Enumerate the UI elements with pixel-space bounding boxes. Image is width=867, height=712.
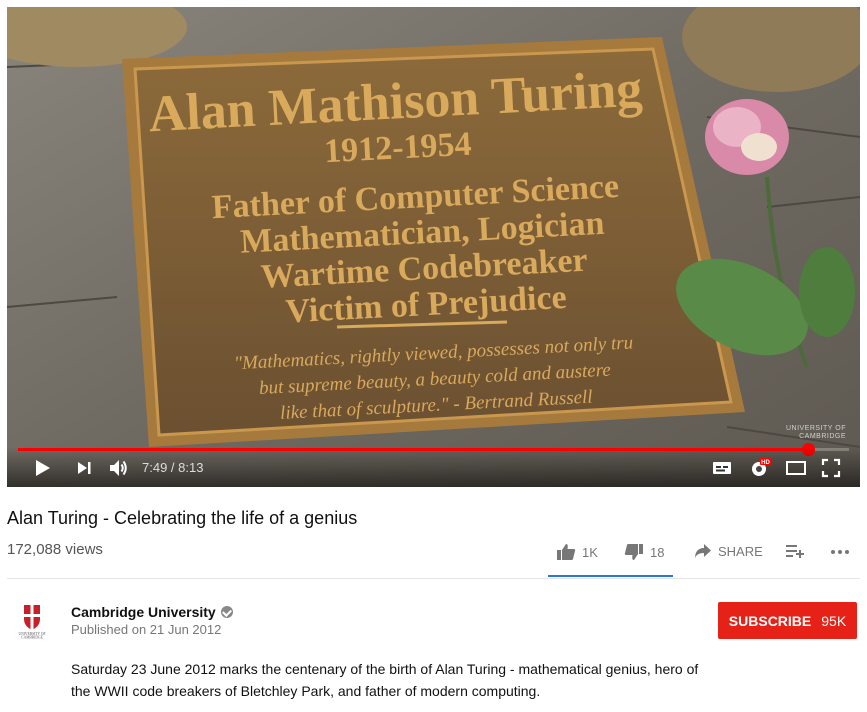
playlist-add-icon xyxy=(786,545,804,558)
video-player[interactable]: Alan Mathison Turing 1912-1954 Father of… xyxy=(7,7,860,487)
subscriber-count: 95K xyxy=(821,612,847,629)
play-icon[interactable] xyxy=(31,457,53,479)
theater-icon[interactable] xyxy=(785,457,807,479)
thumbs-up-icon xyxy=(557,544,576,560)
video-frame: Alan Mathison Turing 1912-1954 Father of… xyxy=(7,7,860,487)
channel-name-text[interactable]: Cambridge University xyxy=(71,604,216,620)
add-to-playlist-button[interactable] xyxy=(786,543,804,559)
channel-avatar[interactable]: UNIVERSITY OF CAMBRIDGE xyxy=(14,603,50,640)
captions-icon[interactable] xyxy=(711,457,733,479)
time-separator: / xyxy=(167,460,179,475)
subscribe-button[interactable]: SUBSCRIBE 95K xyxy=(718,602,857,639)
volume-icon[interactable] xyxy=(107,457,129,479)
duration: 8:13 xyxy=(178,460,204,475)
thumbs-down-icon xyxy=(624,544,643,560)
time-display: 7:49 / 8:13 xyxy=(142,460,203,475)
hd-badge: HD xyxy=(761,460,770,466)
verified-icon xyxy=(220,606,233,618)
more-actions-button[interactable] xyxy=(830,543,850,559)
next-icon[interactable] xyxy=(73,457,95,479)
publish-date: Published on 21 Jun 2012 xyxy=(71,622,222,637)
like-button[interactable]: 1K xyxy=(556,543,598,561)
settings-icon[interactable]: HD xyxy=(749,457,771,479)
like-count: 1K xyxy=(582,544,598,560)
fullscreen-icon[interactable] xyxy=(820,457,842,479)
current-time: 7:49 xyxy=(142,460,168,475)
view-count: 172,088 views xyxy=(7,541,103,558)
dislike-button[interactable]: 18 xyxy=(624,543,664,561)
share-label: SHARE xyxy=(718,543,763,559)
svg-text:CAMBRIDGE: CAMBRIDGE xyxy=(21,636,43,640)
share-button[interactable]: SHARE xyxy=(694,543,763,559)
channel-watermark: UNIVERSITY OF CAMBRIDGE xyxy=(785,425,846,440)
cambridge-crest-icon: UNIVERSITY OF CAMBRIDGE xyxy=(19,605,45,640)
video-actions: 1K 18 SHARE xyxy=(548,535,860,577)
subscribe-label: SUBSCRIBE xyxy=(728,612,812,629)
dislike-count: 18 xyxy=(650,544,665,560)
player-controls: 7:49 / 8:13 HD xyxy=(7,447,860,487)
section-divider xyxy=(7,578,860,579)
share-arrow-icon xyxy=(695,544,711,558)
video-title: Alan Turing - Celebrating the life of a … xyxy=(7,508,358,528)
sentiment-bar xyxy=(548,575,673,577)
plaque-years: 1912-1954 xyxy=(323,126,472,171)
more-horiz-icon xyxy=(831,550,849,554)
video-description: Saturday 23 June 2012 marks the centenar… xyxy=(71,661,699,699)
channel-name[interactable]: Cambridge University xyxy=(71,604,233,620)
